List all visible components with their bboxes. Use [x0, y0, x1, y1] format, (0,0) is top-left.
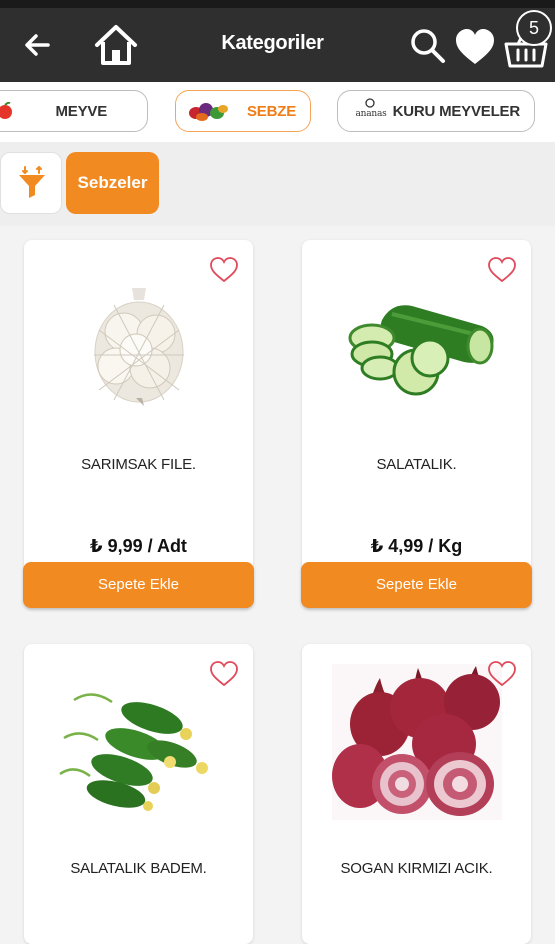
home-icon[interactable] — [93, 22, 139, 68]
cart-count-badge[interactable]: 5 — [516, 10, 552, 46]
back-arrow-icon[interactable] — [20, 28, 54, 62]
vegetables-icon — [189, 103, 228, 121]
category-chip-meyve[interactable]: MEYVE — [0, 90, 148, 132]
category-chip-label: MEYVE — [55, 102, 107, 120]
product-name: SARIMSAK FILE. — [81, 456, 196, 473]
product-card[interactable]: SALATALIK. ₺ 4,99 / Kg Sepete Ekle — [301, 240, 532, 608]
add-to-cart-button[interactable]: Sepete Ekle — [301, 562, 532, 608]
ananas-logo-text: ananas — [355, 109, 387, 119]
product-name: SALATALIK. — [376, 456, 457, 473]
favorites-heart-icon[interactable] — [454, 27, 496, 67]
product-price: ₺ 4,99 / Kg — [370, 536, 463, 556]
garlic-image — [94, 288, 184, 406]
favorite-heart-icon[interactable] — [487, 660, 517, 688]
status-bar — [0, 0, 555, 8]
add-to-cart-button[interactable]: Sepete Ekle — [23, 562, 254, 608]
red-onion-image — [332, 664, 502, 820]
pineapple-logo-icon — [365, 98, 375, 108]
product-grid: SARIMSAK FILE. ₺ 9,99 / Adt Sepete Ekle … — [0, 226, 555, 944]
product-name: SOGAN KIRMIZI ACIK. — [340, 860, 493, 877]
cucumber-image — [348, 305, 494, 396]
product-name: SALATALIK BADEM. — [70, 860, 207, 877]
category-chip-kuru-meyveler[interactable]: ananas KURU MEYVELER — [337, 90, 535, 132]
category-tabs: MEYVE SEBZE ananas KURU MEYVELER — [0, 82, 555, 142]
search-icon[interactable] — [408, 26, 448, 66]
category-chip-label: SEBZE — [246, 102, 296, 120]
subcategory-chip-sebzeler[interactable]: Sebzeler — [66, 152, 159, 214]
sort-filter-icon — [19, 165, 45, 198]
fruit-icon — [0, 102, 12, 119]
filter-button[interactable] — [0, 152, 62, 214]
page-title: Kategoriler — [221, 32, 324, 54]
app-bar: Kategoriler 5 — [0, 8, 555, 82]
baby-cucumber-image — [59, 693, 208, 811]
category-chip-sebze[interactable]: SEBZE — [175, 90, 311, 132]
product-card[interactable]: SALATALIK BADEM. — [24, 644, 253, 944]
ananas-logo: ananas — [348, 98, 394, 124]
product-card[interactable]: SARIMSAK FILE. ₺ 9,99 / Adt Sepete Ekle — [23, 240, 254, 608]
product-price: ₺ 9,99 / Adt — [90, 536, 187, 556]
filter-bar: Sebzeler — [0, 142, 555, 226]
category-chip-label: KURU MEYVELER — [392, 102, 521, 120]
product-card[interactable]: SOGAN KIRMIZI ACIK. — [302, 644, 531, 944]
